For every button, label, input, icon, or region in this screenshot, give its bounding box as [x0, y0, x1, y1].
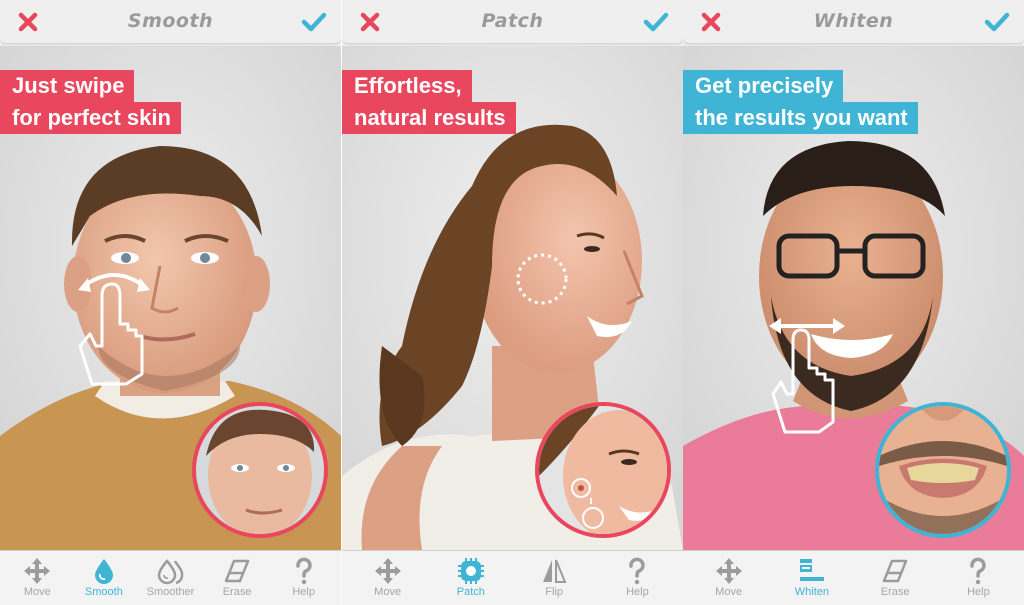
tool-title: Whiten [813, 10, 894, 32]
tool-help[interactable]: Help [948, 551, 1008, 598]
tool-flip[interactable]: Flip [524, 551, 584, 598]
tool-label: Flip [545, 586, 563, 598]
tool-label: Smoother [146, 586, 195, 598]
headline-line-1: Effortless, [342, 70, 472, 102]
dotted-selection-circle-icon [516, 253, 568, 305]
tool-label: Smooth [84, 586, 123, 598]
swipe-gesture-icon [78, 273, 150, 386]
checkmark-icon[interactable] [301, 10, 327, 34]
tool-whiten[interactable]: Whiten [782, 551, 842, 598]
zoom-preview-circle [535, 402, 671, 538]
bottom-toolbar: Move Patch Flip Help [342, 550, 683, 605]
zoom-preview-circle [192, 402, 328, 538]
tool-help[interactable]: Help [607, 551, 667, 598]
tool-patch[interactable]: Patch [441, 551, 501, 598]
water-drop-icon [89, 557, 119, 585]
tool-move[interactable]: Move [699, 551, 759, 598]
headline-line-1: Get precisely [683, 70, 844, 102]
screen-smooth: Smooth Just swipe for perfect skin Move … [0, 0, 341, 605]
tool-label: Move [23, 586, 51, 598]
tool-move[interactable]: Move [7, 551, 67, 598]
tool-smooth[interactable]: Smooth [74, 551, 134, 598]
tool-label: Help [967, 586, 990, 598]
headline-banner: Effortless, natural results [342, 70, 516, 134]
photo-canvas[interactable]: Effortless, natural results [342, 46, 683, 550]
screen-whiten: Whiten Get precisely the results you wan… [683, 0, 1024, 605]
headline-banner: Get precisely the results you want [683, 70, 918, 134]
header: Smooth [0, 0, 341, 44]
photo-canvas[interactable]: Just swipe for perfect skin [0, 46, 341, 550]
photo-canvas[interactable]: Get precisely the results you want [683, 46, 1024, 550]
tool-label: Whiten [794, 586, 829, 598]
tool-label: Erase [880, 586, 910, 598]
tool-label: Help [626, 586, 649, 598]
headline-line-2: the results you want [683, 102, 918, 134]
zoom-preview-circle [875, 402, 1011, 538]
question-mark-icon [963, 557, 993, 585]
question-mark-icon [622, 557, 652, 585]
patch-icon [456, 557, 486, 585]
tool-title: Patch [481, 10, 544, 32]
headline-line-2: for perfect skin [0, 102, 181, 134]
headline-banner: Just swipe for perfect skin [0, 70, 181, 134]
tool-help[interactable]: Help [274, 551, 334, 598]
tool-erase[interactable]: Erase [865, 551, 925, 598]
tool-label: Erase [222, 586, 252, 598]
toothbrush-icon [797, 557, 827, 585]
checkmark-icon[interactable] [643, 10, 669, 34]
tool-label: Help [292, 586, 315, 598]
header: Whiten [683, 0, 1024, 44]
tool-label: Move [715, 586, 743, 598]
bottom-toolbar: Move Smooth Smoother Erase Help [0, 550, 341, 605]
tool-move[interactable]: Move [358, 551, 418, 598]
headline-line-1: Just swipe [0, 70, 135, 102]
move-arrows-icon [22, 557, 52, 585]
eraser-icon [880, 557, 910, 585]
tool-erase[interactable]: Erase [207, 551, 267, 598]
flip-icon [539, 557, 569, 585]
double-drop-icon [155, 557, 185, 585]
swipe-gesture-icon [769, 318, 845, 434]
tool-title: Smooth [127, 10, 214, 32]
header: Patch [342, 0, 683, 44]
screen-patch: Patch Effortless, natural results Move P… [342, 0, 683, 605]
tool-smoother[interactable]: Smoother [140, 551, 200, 598]
bottom-toolbar: Move Whiten Erase Help [683, 550, 1024, 605]
tool-label: Move [374, 586, 402, 598]
move-arrows-icon [373, 557, 403, 585]
eraser-icon [222, 557, 252, 585]
app-screenshots: Smooth Just swipe for perfect skin Move … [0, 0, 1024, 605]
question-mark-icon [289, 557, 319, 585]
tool-label: Patch [456, 586, 485, 598]
headline-line-2: natural results [342, 102, 516, 134]
move-arrows-icon [714, 557, 744, 585]
checkmark-icon[interactable] [984, 10, 1010, 34]
